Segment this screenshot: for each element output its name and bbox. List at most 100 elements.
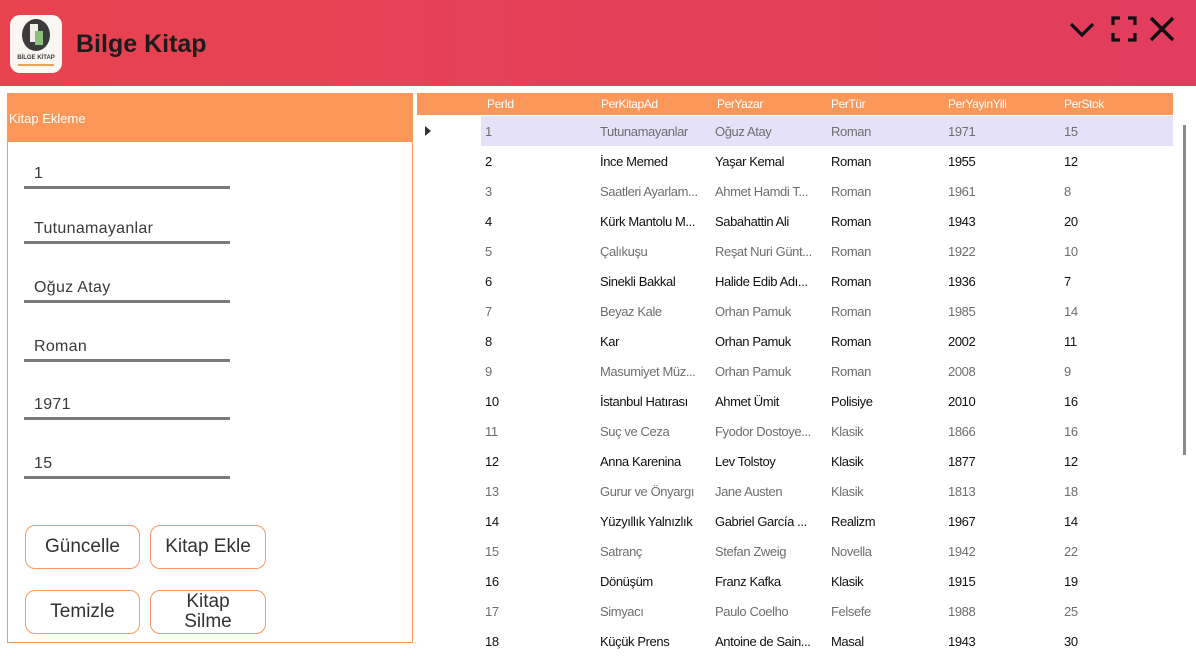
cell-yayin-yili[interactable]: 1866 [948,424,976,439]
cell-yayin-yili[interactable]: 1955 [948,154,976,169]
table-row[interactable]: 8 Kar Orhan Pamuk Roman 2002 11 [417,326,1173,356]
cell-yazar[interactable]: Ahmet Hamdi T... [715,184,808,199]
cell-yazar[interactable]: Paulo Coelho [715,604,789,619]
update-button[interactable]: Güncelle [25,525,140,569]
cell-tur[interactable]: Masal [831,634,864,649]
cell-tur[interactable]: Novella [831,544,872,559]
cell-kitap-ad[interactable]: İstanbul Hatırası [600,394,688,409]
cell-yayin-yili[interactable]: 1813 [948,484,976,499]
table-scrollbar[interactable] [1183,125,1186,455]
cell-stok[interactable]: 15 [1064,124,1078,139]
cell-yayin-yili[interactable]: 1961 [948,184,976,199]
cell-yazar[interactable]: Antoine de Sain... [715,634,811,649]
cell-id[interactable]: 2 [485,154,492,169]
add-book-button[interactable]: Kitap Ekle [150,525,266,569]
table-row[interactable]: 14 Yüzyıllık Yalnızlık Gabriel García ... R… [417,506,1173,536]
cell-yazar[interactable]: Jane Austen [715,484,783,499]
cell-yazar[interactable]: Stefan Zweig [715,544,786,559]
table-row[interactable]: 1 Tutunamayanlar Oğuz Atay Roman 1971 15 [417,116,1173,146]
cell-yazar[interactable]: Lev Tolstoy [715,454,776,469]
cell-tur[interactable]: Roman [831,154,871,169]
cell-yazar[interactable]: Orhan Pamuk [715,304,791,319]
table-row[interactable]: 17 Simyacı Paulo Coelho Felsefe 1988 25 [417,596,1173,626]
cell-stok[interactable]: 12 [1064,154,1078,169]
cell-kitap-ad[interactable]: Anna Karenina [600,454,681,469]
column-header-perkitapad[interactable]: PerKitapAd [601,97,658,111]
cell-tur[interactable]: Roman [831,304,871,319]
cell-tur[interactable]: Roman [831,274,871,289]
column-header-peryazar[interactable]: PerYazar [717,97,763,111]
cell-stok[interactable]: 22 [1064,544,1078,559]
table-row[interactable]: 18 Küçük Prens Antoine de Sain... Masal 1943… [417,626,1173,656]
cell-kitap-ad[interactable]: Satranç [600,544,642,559]
cell-id[interactable]: 5 [485,244,492,259]
minimize-button[interactable] [1067,14,1097,44]
cell-kitap-ad[interactable]: Kar [600,334,619,349]
cell-id[interactable]: 12 [485,454,499,469]
cell-id[interactable]: 7 [485,304,492,319]
cell-tur[interactable]: Polisiye [831,394,873,409]
cell-kitap-ad[interactable]: Dönüşüm [600,574,653,589]
cell-id[interactable]: 3 [485,184,492,199]
cell-yayin-yili[interactable]: 1967 [948,514,976,529]
cell-tur[interactable]: Roman [831,124,871,139]
table-row[interactable]: 9 Masumiyet Müz... Orhan Pamuk Roman 2008 9 [417,356,1173,386]
cell-yayin-yili[interactable]: 1971 [948,124,976,139]
cell-yazar[interactable]: Franz Kafka [715,574,781,589]
table-row[interactable]: 7 Beyaz Kale Orhan Pamuk Roman 1985 14 [417,296,1173,326]
books-table[interactable]: PerId PerKitapAd PerYazar PerTür PerYayi… [417,93,1196,649]
cell-kitap-ad[interactable]: Yüzyıllık Yalnızlık [600,514,693,529]
cell-stok[interactable]: 9 [1064,364,1071,379]
cell-id[interactable]: 13 [485,484,499,499]
cell-yazar[interactable]: Reşat Nuri Günt... [715,244,812,259]
table-row[interactable]: 10 İstanbul Hatırası Ahmet Ümit Polisiye 201… [417,386,1173,416]
cell-kitap-ad[interactable]: Sinekli Bakkal [600,274,676,289]
column-header-pertur[interactable]: PerTür [831,97,866,111]
cell-stok[interactable]: 19 [1064,574,1078,589]
cell-yayin-yili[interactable]: 1936 [948,274,976,289]
cell-yazar[interactable]: Oğuz Atay [715,124,772,139]
cell-stok[interactable]: 7 [1064,274,1071,289]
table-row[interactable]: 16 Dönüşüm Franz Kafka Klasik 1915 19 [417,566,1173,596]
delete-book-button[interactable]: Kitap Silme [150,590,266,634]
cell-yayin-yili[interactable]: 2010 [948,394,976,409]
cell-yayin-yili[interactable]: 2002 [948,334,976,349]
cell-id[interactable]: 8 [485,334,492,349]
cell-kitap-ad[interactable]: Gurur ve Önyargı [600,484,694,499]
column-header-peryayinyili[interactable]: PerYayinYili [948,97,1007,111]
cell-tur[interactable]: Klasik [831,454,864,469]
cell-stok[interactable]: 12 [1064,454,1078,469]
table-row[interactable]: 3 Saatleri Ayarlam... Ahmet Hamdi T... Roma… [417,176,1173,206]
cell-tur[interactable]: Roman [831,334,871,349]
cell-stok[interactable]: 20 [1064,214,1078,229]
table-row[interactable]: 15 Satranç Stefan Zweig Novella 1942 22 [417,536,1173,566]
cell-stok[interactable]: 14 [1064,514,1078,529]
table-row[interactable]: 2 İnce Memed Yaşar Kemal Roman 1955 12 [417,146,1173,176]
cell-yazar[interactable]: Fyodor Dostoye... [715,424,811,439]
cell-id[interactable]: 18 [485,634,499,649]
cell-tur[interactable]: Realizm [831,514,876,529]
cell-tur[interactable]: Roman [831,184,871,199]
cell-yayin-yili[interactable]: 1943 [948,214,976,229]
cell-id[interactable]: 15 [485,544,499,559]
clear-button[interactable]: Temizle [25,590,140,634]
cell-tur[interactable]: Roman [831,364,871,379]
cell-yayin-yili[interactable]: 1877 [948,454,976,469]
cell-id[interactable]: 4 [485,214,492,229]
cell-kitap-ad[interactable]: İnce Memed [600,154,668,169]
book-name-field[interactable]: Tutunamayanlar [24,216,230,244]
cell-id[interactable]: 10 [485,394,499,409]
cell-stok[interactable]: 16 [1064,394,1078,409]
cell-id[interactable]: 14 [485,514,499,529]
cell-yayin-yili[interactable]: 1988 [948,604,976,619]
cell-id[interactable]: 6 [485,274,492,289]
maximize-button[interactable] [1109,14,1139,44]
cell-yazar[interactable]: Sabahattin Ali [715,214,789,229]
cell-stok[interactable]: 25 [1064,604,1078,619]
cell-kitap-ad[interactable]: Kürk Mantolu M... [600,214,695,229]
cell-id[interactable]: 17 [485,604,499,619]
cell-tur[interactable]: Roman [831,244,871,259]
cell-tur[interactable]: Klasik [831,424,864,439]
table-row[interactable]: 5 Çalıkuşu Reşat Nuri Günt... Roman 1922 10 [417,236,1173,266]
cell-stok[interactable]: 16 [1064,424,1078,439]
